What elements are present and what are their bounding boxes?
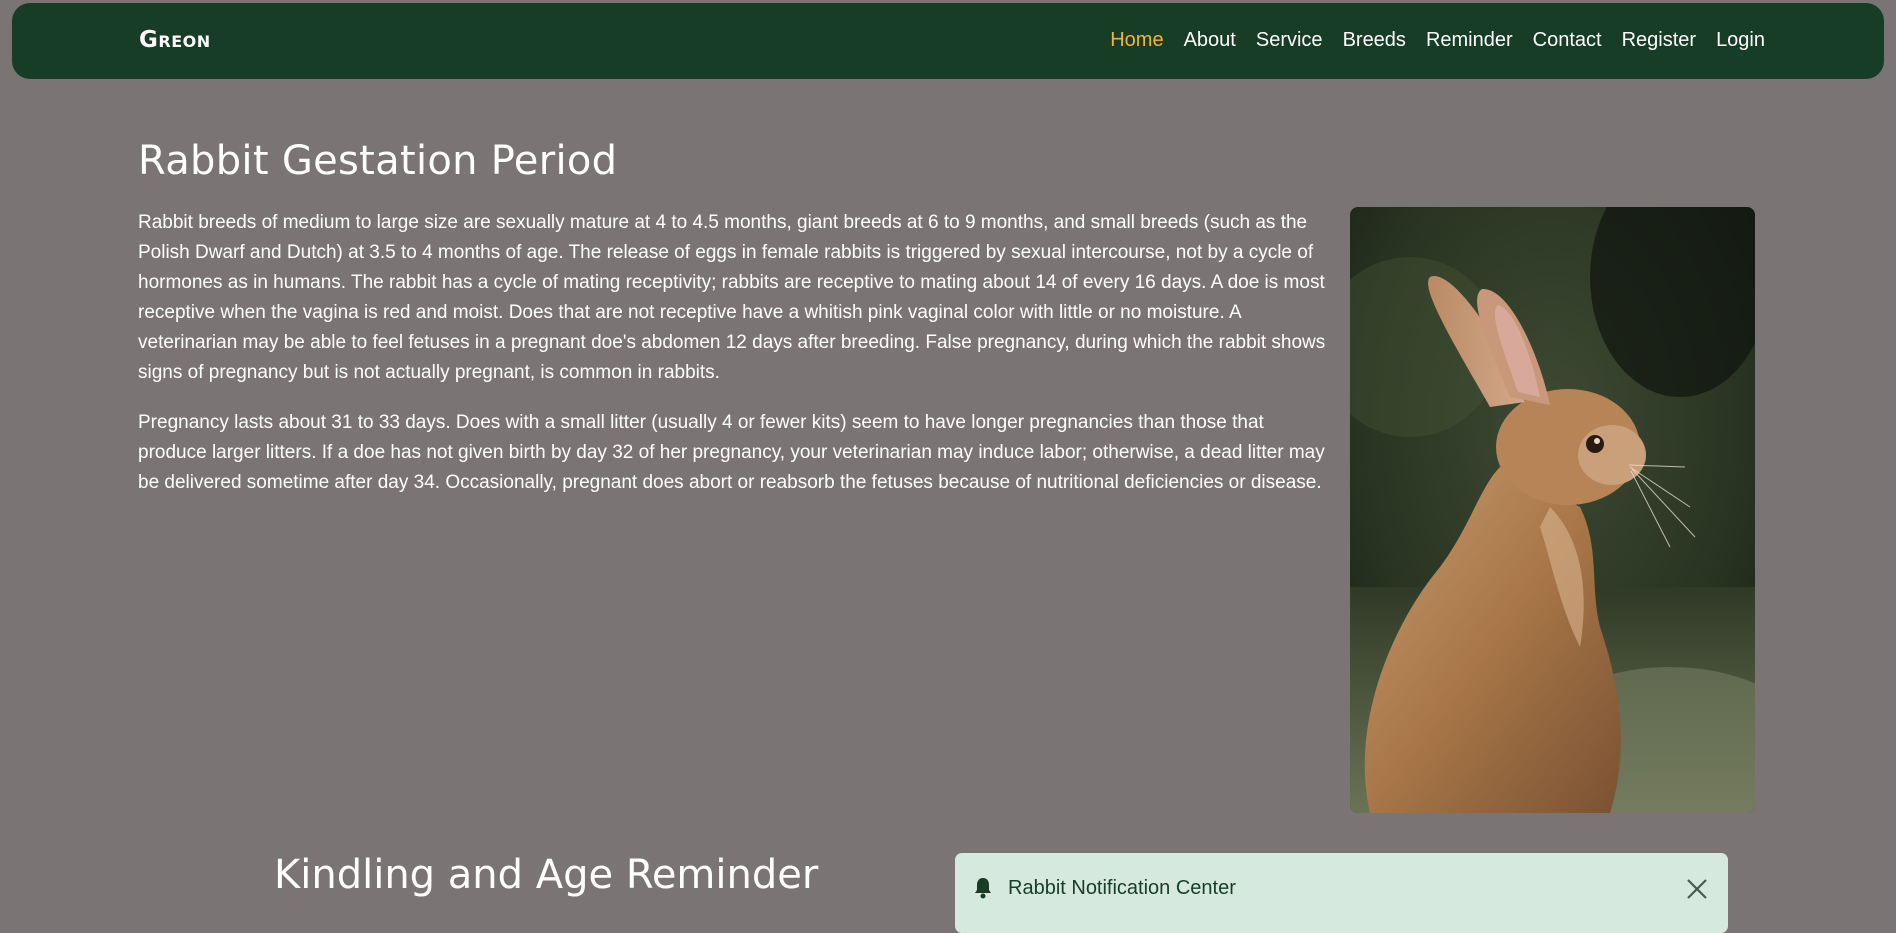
nav-link-home[interactable]: Home [1110,29,1163,52]
notification-center-title: Rabbit Notification Center [1008,877,1236,899]
gestation-content: Rabbit breeds of medium to large size ar… [138,208,1328,518]
nav-link-contact[interactable]: Contact [1533,29,1602,52]
bell-icon [973,877,993,904]
main-nav: Home About Service Breeds Reminder Conta… [1110,29,1765,52]
gestation-paragraph-1: Rabbit breeds of medium to large size ar… [138,212,1326,383]
page-title: Rabbit Gestation Period [138,138,618,184]
nav-link-reminder[interactable]: Reminder [1426,29,1513,52]
nav-link-service[interactable]: Service [1256,29,1323,52]
notification-center-card: Rabbit Notification Center [955,853,1728,933]
rabbit-photo [1350,207,1755,813]
reminder-section-title: Kindling and Age Reminder [274,852,819,898]
nav-link-register[interactable]: Register [1622,29,1696,52]
rabbit-illustration [1350,207,1755,813]
gestation-paragraph-2: Pregnancy lasts about 31 to 33 days. Doe… [138,412,1325,493]
brand-logo[interactable]: Greon [139,27,211,53]
nav-link-breeds[interactable]: Breeds [1343,29,1406,52]
top-navbar: Greon Home About Service Breeds Reminder… [12,3,1884,79]
nav-link-login[interactable]: Login [1716,29,1765,52]
nav-link-about[interactable]: About [1184,29,1236,52]
